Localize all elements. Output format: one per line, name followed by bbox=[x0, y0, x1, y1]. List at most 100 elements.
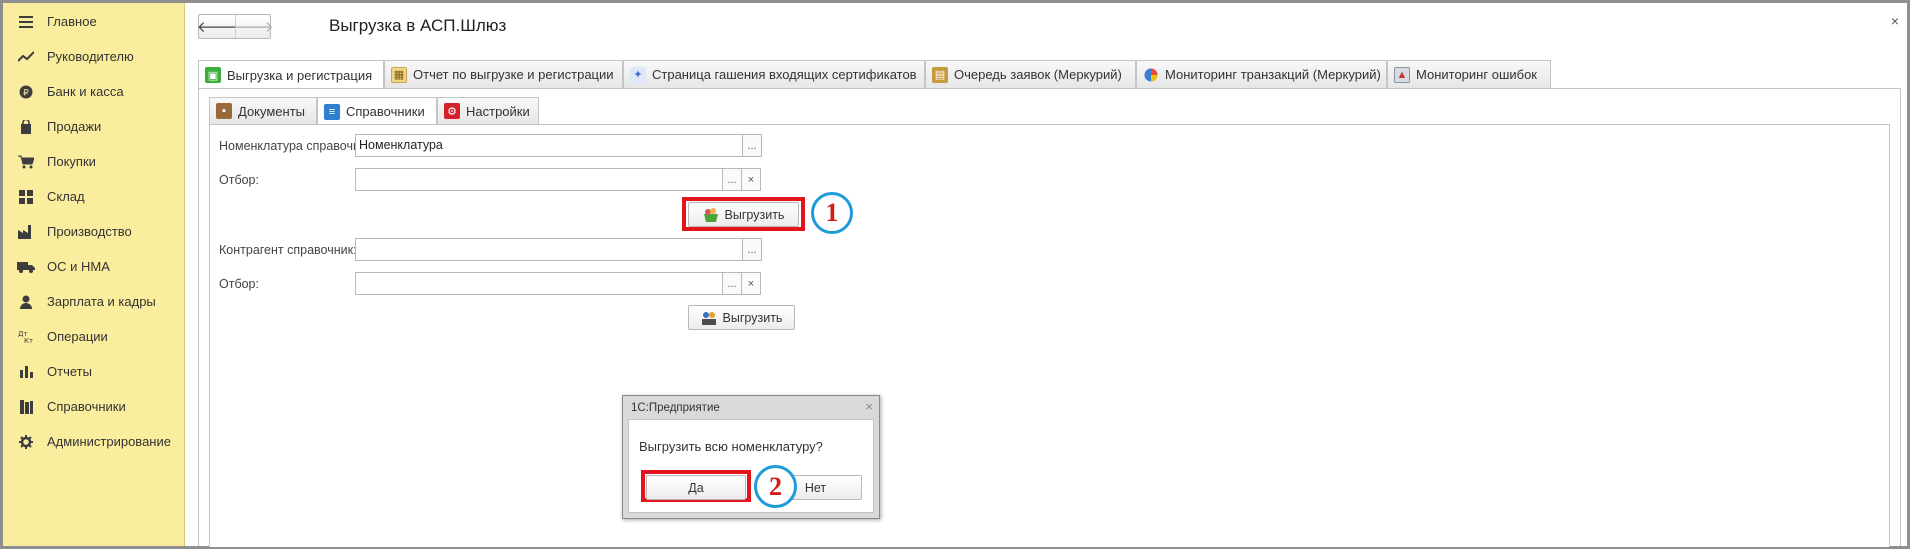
books-icon bbox=[17, 398, 35, 416]
filter-select-button[interactable]: ... bbox=[722, 168, 742, 191]
tab-upload-registration[interactable]: ▣ Выгрузка и регистрация bbox=[198, 60, 384, 89]
tab-label: Настройки bbox=[466, 103, 530, 119]
step-2-marker: 2 bbox=[754, 465, 797, 508]
sidebar-item-bank[interactable]: ₽ Банк и касса bbox=[3, 74, 185, 109]
queue-icon: ▤ bbox=[932, 66, 948, 83]
document-green-icon: ▣ bbox=[205, 67, 221, 83]
svg-text:Кт: Кт bbox=[24, 337, 33, 344]
tab-label: Страница гашения входящих сертификатов bbox=[652, 67, 917, 82]
filter-clear-button[interactable]: × bbox=[741, 168, 761, 191]
dialog-body: Выгрузить всю номенклатуру? Да Нет 2 bbox=[628, 419, 874, 513]
sidebar-item-label: Операции bbox=[47, 329, 108, 344]
catalogs-panel: Номенклатура справочник: Номенклатура ..… bbox=[209, 124, 1890, 547]
navigation-buttons: 🡐 🡒 bbox=[196, 14, 274, 39]
dt-kt-icon: Дт Кт bbox=[17, 328, 35, 346]
tab-label: Документы bbox=[238, 103, 306, 119]
tab-request-queue[interactable]: ▤ Очередь заявок (Меркурий) bbox=[925, 60, 1136, 88]
filter-select-button[interactable]: ... bbox=[722, 272, 742, 295]
tab-documents[interactable]: ▪ Документы bbox=[209, 97, 317, 124]
contractor-select-button[interactable]: ... bbox=[742, 238, 762, 261]
sidebar-item-admin[interactable]: Администрирование bbox=[3, 424, 185, 459]
arrow-left-icon: 🡐 bbox=[196, 19, 238, 36]
sidebar-item-main[interactable]: Главное bbox=[3, 4, 185, 39]
sidebar-item-salary[interactable]: Зарплата и кадры bbox=[3, 284, 185, 319]
main-area: 🡐 🡒 Выгрузка в АСП.Шлюз × ▣ Выгрузка и р… bbox=[186, 3, 1907, 547]
sidebar-item-warehouse[interactable]: Склад bbox=[3, 179, 185, 214]
factory-icon bbox=[17, 223, 35, 241]
button-label: Выгрузить bbox=[722, 310, 783, 325]
nomenclature-field[interactable]: Номенклатура bbox=[355, 134, 743, 157]
sidebar-item-label: Производство bbox=[47, 224, 132, 239]
confirm-dialog: 1С:Предприятие × Выгрузить всю номенклат… bbox=[622, 395, 880, 519]
step-1-marker: 1 bbox=[811, 192, 853, 234]
table-icon: ▦ bbox=[391, 66, 407, 83]
inner-tab-bar: ▪ Документы ≡ Справочники ⚙ Настройки bbox=[209, 97, 609, 125]
contractor-field[interactable] bbox=[355, 238, 743, 261]
filter-label: Отбор: bbox=[219, 277, 259, 291]
bag-icon bbox=[17, 118, 35, 136]
cart-icon bbox=[17, 153, 35, 171]
dialog-close-button[interactable]: × bbox=[865, 399, 873, 414]
settings-red-icon: ⚙ bbox=[444, 103, 460, 119]
sidebar-item-label: Администрирование bbox=[47, 434, 171, 449]
trend-icon bbox=[17, 48, 35, 66]
tab-catalogs[interactable]: ≡ Справочники bbox=[317, 97, 437, 125]
person-icon bbox=[17, 293, 35, 311]
tab-label: Выгрузка и регистрация bbox=[227, 67, 373, 83]
sidebar-item-catalogs[interactable]: Справочники bbox=[3, 389, 185, 424]
sidebar-item-label: Руководителю bbox=[47, 49, 134, 64]
nomenclature-label: Номенклатура справочник: bbox=[219, 139, 376, 153]
grid-icon bbox=[17, 188, 35, 206]
sidebar: Главное Руководителю ₽ Банк и касса Прод… bbox=[3, 3, 185, 546]
tab-label: Справочники bbox=[346, 104, 425, 119]
dialog-question: Выгрузить всю номенклатуру? bbox=[639, 439, 823, 454]
page-title: Выгрузка в АСП.Шлюз bbox=[329, 16, 507, 35]
contractor-label: Контрагент справочник: bbox=[219, 243, 357, 257]
contractor-filter-field[interactable] bbox=[355, 272, 723, 295]
tab-label: Мониторинг ошибок bbox=[1416, 67, 1537, 82]
monitor-error-icon: ▲ bbox=[1394, 66, 1410, 83]
tab-error-monitoring[interactable]: ▲ Мониторинг ошибок bbox=[1387, 60, 1551, 88]
gear-icon bbox=[17, 433, 35, 451]
dialog-title: 1С:Предприятие bbox=[631, 402, 720, 414]
sidebar-item-label: Банк и касса bbox=[47, 84, 124, 99]
coin-icon: ₽ bbox=[17, 83, 35, 101]
sidebar-item-manager[interactable]: Руководителю bbox=[3, 39, 185, 74]
tab-certificate-redemption[interactable]: ✦ Страница гашения входящих сертификатов bbox=[623, 60, 925, 88]
bar-chart-icon bbox=[17, 363, 35, 381]
certificate-icon: ✦ bbox=[630, 66, 646, 83]
upload-nomenclature-button[interactable]: Выгрузить bbox=[688, 202, 799, 227]
sidebar-item-reports[interactable]: Отчеты bbox=[3, 354, 185, 389]
sidebar-item-label: Отчеты bbox=[47, 364, 92, 379]
sidebar-item-label: Покупки bbox=[47, 154, 96, 169]
sidebar-item-label: Продажи bbox=[47, 119, 102, 134]
yes-button[interactable]: Да bbox=[646, 475, 746, 500]
tab-upload-report[interactable]: ▦ Отчет по выгрузке и регистрации bbox=[384, 60, 623, 88]
upload-people-icon bbox=[701, 311, 717, 325]
sidebar-item-purchases[interactable]: Покупки bbox=[3, 144, 185, 179]
upload-basket-icon bbox=[703, 207, 719, 222]
sidebar-item-label: Справочники bbox=[47, 399, 126, 414]
tab-label: Мониторинг транзакций (Меркурий) bbox=[1165, 67, 1381, 82]
tab-label: Очередь заявок (Меркурий) bbox=[954, 67, 1122, 82]
nomenclature-filter-field[interactable] bbox=[355, 168, 723, 191]
upload-contractor-button[interactable]: Выгрузить bbox=[688, 305, 795, 330]
pie-chart-icon bbox=[1143, 67, 1159, 83]
svg-text:₽: ₽ bbox=[23, 88, 29, 98]
filter-clear-button[interactable]: × bbox=[741, 272, 761, 295]
sidebar-item-sales[interactable]: Продажи bbox=[3, 109, 185, 144]
sidebar-item-label: ОС и НМА bbox=[47, 259, 110, 274]
filter-label: Отбор: bbox=[219, 173, 259, 187]
close-button[interactable]: × bbox=[1887, 13, 1903, 29]
briefcase-icon: ▪ bbox=[216, 103, 232, 119]
tab-settings[interactable]: ⚙ Настройки bbox=[437, 97, 539, 124]
nomenclature-select-button[interactable]: ... bbox=[742, 134, 762, 157]
sidebar-item-operations[interactable]: Дт Кт Операции bbox=[3, 319, 185, 354]
forward-button[interactable]: 🡒 bbox=[233, 15, 274, 38]
back-button[interactable]: 🡐 bbox=[196, 15, 238, 38]
tab-transaction-monitoring[interactable]: Мониторинг транзакций (Меркурий) bbox=[1136, 60, 1387, 88]
sidebar-item-production[interactable]: Производство bbox=[3, 214, 185, 249]
sidebar-item-assets[interactable]: ОС и НМА bbox=[3, 249, 185, 284]
sidebar-item-label: Зарплата и кадры bbox=[47, 294, 156, 309]
sidebar-item-label: Склад bbox=[47, 189, 85, 204]
